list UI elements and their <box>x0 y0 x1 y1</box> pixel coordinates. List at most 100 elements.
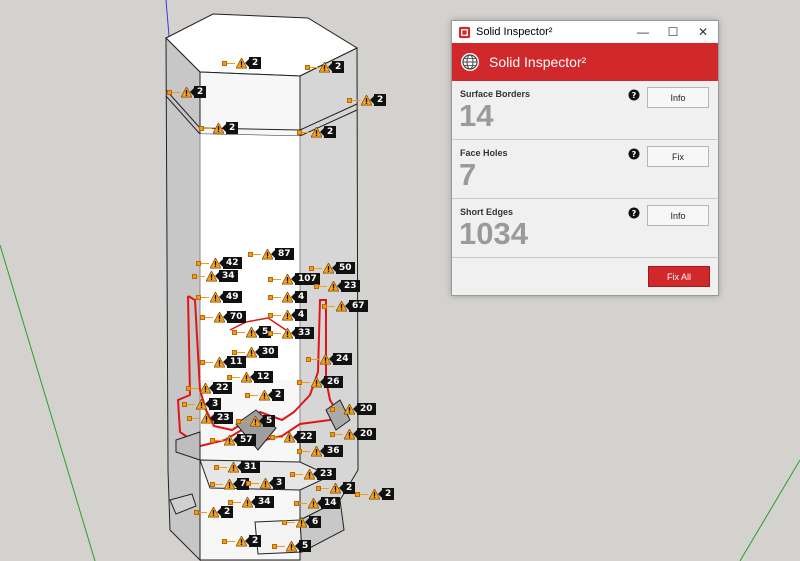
marker-count: 2 <box>319 126 337 138</box>
globe-logo-icon <box>461 53 479 71</box>
warning-marker[interactable]: 2 <box>222 535 262 547</box>
marker-count: 34 <box>251 496 274 508</box>
marker-count: 2 <box>267 389 285 401</box>
warning-marker[interactable]: 5 <box>272 540 312 552</box>
marker-count: 11 <box>223 356 246 368</box>
marker-count: 5 <box>258 415 276 427</box>
window-title: Solid Inspector² <box>476 26 553 38</box>
marker-count: 2 <box>377 488 395 500</box>
warning-marker[interactable]: 2 <box>222 57 262 69</box>
warning-marker[interactable]: 2 <box>305 61 345 73</box>
marker-count: 23 <box>210 412 233 424</box>
warning-marker[interactable]: 33 <box>268 327 314 339</box>
warning-marker[interactable]: 2 <box>194 506 234 518</box>
marker-count: 24 <box>329 353 352 365</box>
svg-text:?: ? <box>632 91 637 100</box>
warning-marker[interactable]: 7 <box>210 478 250 490</box>
marker-count: 87 <box>271 248 294 260</box>
issue-count: 14 <box>459 98 494 133</box>
warning-marker[interactable]: 67 <box>322 300 368 312</box>
marker-count: 57 <box>233 434 256 446</box>
help-icon[interactable]: ? <box>628 89 640 101</box>
warning-marker[interactable]: 2 <box>245 389 285 401</box>
warning-marker[interactable]: 14 <box>294 497 340 509</box>
marker-count: 70 <box>223 311 246 323</box>
warning-marker[interactable]: 2 <box>316 482 356 494</box>
warning-marker[interactable]: 2 <box>199 122 239 134</box>
issue-count: 7 <box>459 157 477 192</box>
marker-count: 26 <box>320 376 343 388</box>
warning-marker[interactable]: 22 <box>270 431 316 443</box>
marker-count: 30 <box>255 346 278 358</box>
warning-marker[interactable]: 5 <box>232 326 272 338</box>
warning-marker[interactable]: 20 <box>330 428 376 440</box>
warning-marker[interactable]: 23 <box>290 468 336 480</box>
warning-marker[interactable]: 49 <box>196 291 242 303</box>
warning-marker[interactable]: 70 <box>200 311 246 323</box>
marker-count: 2 <box>216 506 234 518</box>
marker-count: 3 <box>204 398 222 410</box>
warning-marker[interactable]: 36 <box>297 445 343 457</box>
warning-marker[interactable]: 4 <box>268 309 308 321</box>
marker-count: 2 <box>338 482 356 494</box>
marker-count: 12 <box>250 371 273 383</box>
warning-marker[interactable]: 24 <box>306 353 352 365</box>
warning-marker[interactable]: 42 <box>196 257 242 269</box>
help-icon[interactable]: ? <box>628 148 640 160</box>
warning-marker[interactable]: 34 <box>192 270 238 282</box>
warning-marker[interactable]: 31 <box>214 461 260 473</box>
info-button[interactable]: Info <box>647 205 709 226</box>
marker-count: 2 <box>369 94 387 106</box>
warning-marker[interactable]: 34 <box>228 496 274 508</box>
header-banner: Solid Inspector² <box>452 43 718 81</box>
warning-marker[interactable]: 22 <box>186 382 232 394</box>
fix-all-button[interactable]: Fix All <box>648 266 710 287</box>
warning-marker[interactable]: 5 <box>236 415 276 427</box>
svg-text:?: ? <box>632 209 637 218</box>
svg-text:?: ? <box>632 150 637 159</box>
warning-marker[interactable]: 11 <box>200 356 246 368</box>
marker-count: 6 <box>304 516 322 528</box>
help-icon[interactable]: ? <box>628 207 640 219</box>
warning-marker[interactable]: 57 <box>210 434 256 446</box>
warning-marker[interactable]: 4 <box>268 291 308 303</box>
marker-count: 50 <box>332 262 355 274</box>
marker-count: 23 <box>313 468 336 480</box>
marker-count: 2 <box>221 122 239 134</box>
marker-count: 14 <box>317 497 340 509</box>
marker-count: 3 <box>268 477 286 489</box>
marker-count: 33 <box>291 327 314 339</box>
warning-marker[interactable]: 2 <box>297 126 337 138</box>
issue-short-edges: Short Edges 1034 ? Info <box>452 199 718 258</box>
info-button[interactable]: Info <box>647 87 709 108</box>
warning-marker[interactable]: 6 <box>282 516 322 528</box>
marker-count: 5 <box>294 540 312 552</box>
marker-count: 67 <box>345 300 368 312</box>
solid-inspector-window[interactable]: Solid Inspector² — ☐ ✕ Solid Inspector² … <box>451 20 719 296</box>
warning-marker[interactable]: 87 <box>248 248 294 260</box>
warning-marker[interactable]: 107 <box>268 273 320 285</box>
marker-count: 36 <box>320 445 343 457</box>
warning-marker[interactable]: 26 <box>297 376 343 388</box>
minimize-button[interactable]: — <box>628 21 658 43</box>
maximize-button[interactable]: ☐ <box>658 21 688 43</box>
warning-marker[interactable]: 20 <box>330 403 376 415</box>
warning-marker[interactable]: 12 <box>227 371 273 383</box>
warning-marker[interactable]: 2 <box>347 94 387 106</box>
marker-count: 34 <box>215 270 238 282</box>
marker-count: 4 <box>290 291 308 303</box>
marker-count: 2 <box>244 57 262 69</box>
fix-button[interactable]: Fix <box>647 146 709 167</box>
warning-marker[interactable]: 3 <box>182 398 222 410</box>
warning-marker[interactable]: 2 <box>167 86 207 98</box>
warning-marker[interactable]: 23 <box>187 412 233 424</box>
marker-count: 2 <box>244 535 262 547</box>
issue-face-holes: Face Holes 7 ? Fix <box>452 140 718 199</box>
warning-marker[interactable]: 2 <box>355 488 395 500</box>
warning-marker[interactable]: 23 <box>314 280 360 292</box>
close-button[interactable]: ✕ <box>688 21 718 43</box>
marker-count: 31 <box>237 461 260 473</box>
title-bar[interactable]: Solid Inspector² — ☐ ✕ <box>452 21 718 43</box>
warning-marker[interactable]: 3 <box>246 477 286 489</box>
marker-count: 20 <box>353 428 376 440</box>
